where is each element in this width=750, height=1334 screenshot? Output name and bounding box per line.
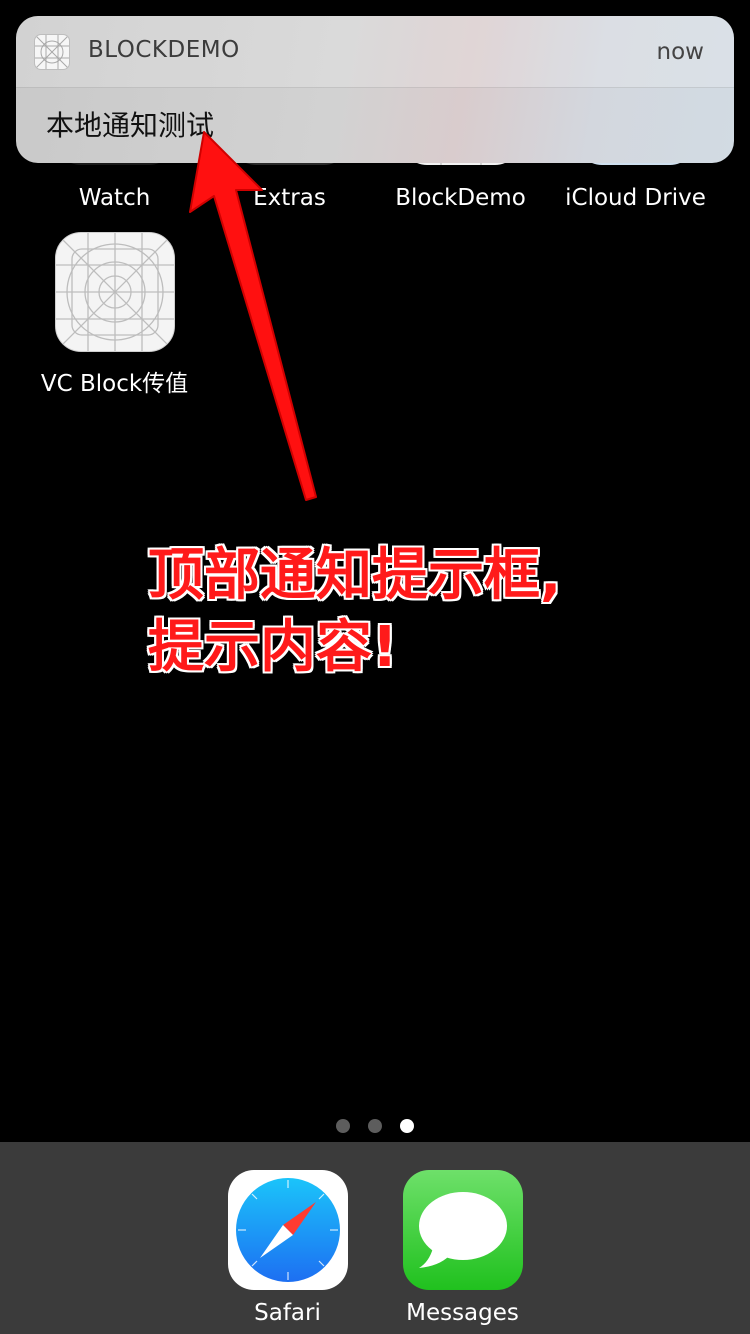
annotation-line-2: 提示内容! bbox=[148, 615, 398, 680]
messages-bubble-icon bbox=[402, 1170, 523, 1290]
dock-label-safari: Safari bbox=[254, 1300, 321, 1326]
page-indicator[interactable] bbox=[0, 1119, 750, 1135]
page-dot bbox=[368, 1119, 382, 1133]
safari-compass-icon bbox=[227, 1170, 348, 1290]
dock-label-messages: Messages bbox=[406, 1300, 519, 1326]
page-dot bbox=[336, 1119, 350, 1133]
page-dot-active bbox=[400, 1119, 414, 1133]
dock: Safari Messages bbox=[0, 1142, 750, 1334]
dock-app-messages[interactable]: Messages bbox=[375, 1170, 550, 1326]
dock-app-safari[interactable]: Safari bbox=[200, 1170, 375, 1326]
annotation-line-1: 顶部通知提示框, bbox=[148, 543, 562, 608]
annotation-text: 顶部通知提示框, 提示内容! bbox=[148, 540, 608, 684]
